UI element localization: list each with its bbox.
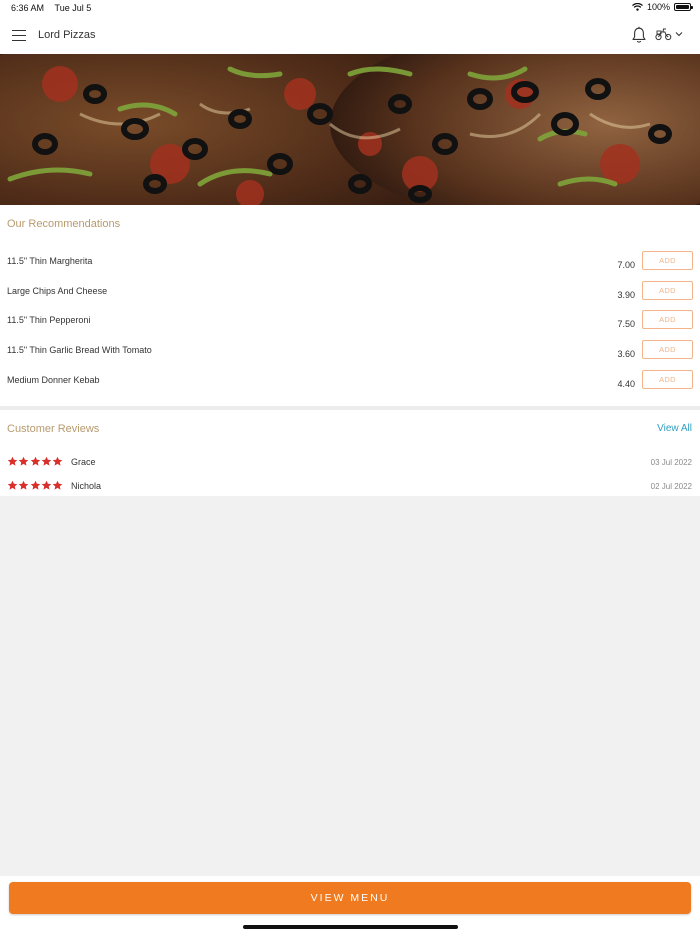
- star-rating: [7, 480, 63, 491]
- star-icon: [52, 480, 63, 490]
- review-date: 02 Jul 2022: [650, 482, 692, 491]
- hamburger-menu-icon[interactable]: [12, 30, 26, 41]
- reviews-title: Customer Reviews: [7, 423, 100, 435]
- add-button[interactable]: ADD: [642, 281, 693, 300]
- review-item: Nichola 02 Jul 2022: [0, 480, 700, 498]
- app-header: Lord Pizzas: [0, 17, 700, 54]
- add-button[interactable]: ADD: [642, 310, 693, 329]
- recommendation-item: 11.5" Thin Garlic Bread With Tomato 3.60…: [0, 340, 700, 375]
- star-icon: [19, 456, 29, 466]
- item-name: 11.5" Thin Margherita: [7, 256, 93, 266]
- status-bar: 6:36 AM Tue Jul 5 100%: [0, 0, 700, 17]
- recommendation-item: Medium Donner Kebab 4.40 ADD: [0, 370, 700, 405]
- chevron-down-icon: [675, 32, 683, 37]
- item-name: 11.5" Thin Garlic Bread With Tomato: [7, 345, 152, 355]
- scooter-delivery-icon: [655, 28, 672, 41]
- add-button[interactable]: ADD: [642, 251, 693, 270]
- item-price: 7.00: [617, 260, 635, 270]
- item-name: Medium Donner Kebab: [7, 375, 100, 385]
- star-icon: [41, 456, 52, 466]
- reviewer-name: Grace: [71, 457, 96, 467]
- order-mode-selector[interactable]: [655, 27, 683, 41]
- bell-icon[interactable]: [631, 26, 647, 44]
- view-all-link[interactable]: View All: [657, 423, 692, 434]
- item-price: 7.50: [617, 319, 635, 329]
- item-price: 4.40: [617, 379, 635, 389]
- status-clock: 6:36 AM: [11, 3, 45, 13]
- star-rating: [7, 456, 63, 467]
- battery-percent: 100%: [646, 2, 670, 12]
- reviews-section: Customer Reviews View All Grace 03 Jul 2…: [0, 410, 700, 496]
- star-icon: [7, 480, 18, 490]
- item-price: 3.60: [617, 349, 635, 359]
- item-name: Large Chips And Cheese: [7, 286, 108, 296]
- hero-pizza-image: [0, 54, 700, 205]
- battery-icon: [674, 3, 693, 11]
- status-date: Tue Jul 5: [54, 3, 92, 13]
- reviewer-name: Nichola: [71, 481, 102, 491]
- recommendation-item: Large Chips And Cheese 3.90 ADD: [0, 281, 700, 316]
- recommendation-item: 11.5" Thin Margherita 7.00 ADD: [0, 251, 700, 286]
- item-name: 11.5" Thin Pepperoni: [7, 315, 91, 325]
- status-indicators: 100%: [632, 2, 693, 12]
- star-icon: [19, 480, 29, 490]
- bottom-bar: VIEW MENU: [0, 876, 700, 934]
- wifi-icon: [632, 3, 643, 11]
- add-button[interactable]: ADD: [642, 340, 693, 359]
- star-icon: [52, 456, 63, 466]
- page-title: Lord Pizzas: [38, 29, 96, 41]
- star-icon: [41, 480, 52, 490]
- view-menu-button[interactable]: VIEW MENU: [9, 882, 691, 914]
- item-price: 3.90: [617, 290, 635, 300]
- recommendations-section: Our Recommendations 11.5" Thin Margherit…: [0, 205, 700, 406]
- review-item: Grace 03 Jul 2022: [0, 456, 700, 474]
- status-time: 6:36 AM Tue Jul 5: [11, 3, 91, 13]
- recommendation-item: 11.5" Thin Pepperoni 7.50 ADD: [0, 310, 700, 345]
- star-icon: [30, 480, 40, 490]
- star-icon: [7, 456, 18, 466]
- star-icon: [30, 456, 40, 466]
- add-button[interactable]: ADD: [642, 370, 693, 389]
- review-date: 03 Jul 2022: [650, 458, 692, 467]
- recommendations-title: Our Recommendations: [7, 218, 121, 230]
- home-indicator: [243, 925, 458, 929]
